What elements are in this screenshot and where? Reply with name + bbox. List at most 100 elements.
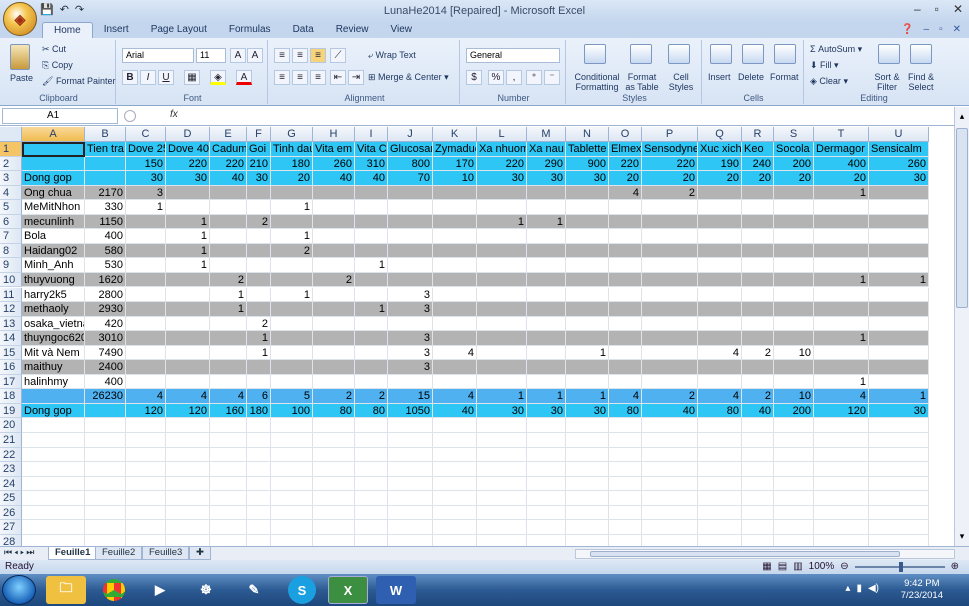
cell-c22[interactable] bbox=[126, 447, 166, 463]
cell-u16[interactable] bbox=[869, 360, 929, 375]
cell-e3[interactable]: 40 bbox=[210, 171, 247, 186]
cell-g8[interactable]: 2 bbox=[271, 243, 313, 259]
cell-b27[interactable] bbox=[85, 520, 126, 535]
restore-button[interactable]: ▫ bbox=[935, 2, 939, 16]
cell-s15[interactable]: 10 bbox=[774, 345, 814, 361]
cell-l17[interactable] bbox=[477, 374, 527, 390]
cell-s21[interactable] bbox=[774, 433, 814, 448]
cell-j3[interactable]: 70 bbox=[388, 171, 433, 186]
cell-t1[interactable]: Dermagor bbox=[814, 142, 869, 157]
word-taskbar-icon[interactable]: W bbox=[376, 576, 416, 604]
cell-i17[interactable] bbox=[355, 374, 388, 390]
column-header-f[interactable]: F bbox=[247, 127, 271, 142]
cell-e18[interactable]: 4 bbox=[210, 389, 247, 404]
autosum-button[interactable]: Σ AutoSum ▾ bbox=[810, 44, 862, 55]
cell-n20[interactable] bbox=[566, 418, 609, 433]
cell-m26[interactable] bbox=[527, 505, 566, 521]
cell-d7[interactable]: 1 bbox=[166, 229, 210, 244]
cell-j10[interactable] bbox=[388, 272, 433, 288]
cell-o11[interactable] bbox=[609, 287, 642, 303]
cell-s11[interactable] bbox=[774, 287, 814, 303]
cell-h25[interactable] bbox=[313, 491, 355, 506]
cell-k2[interactable]: 170 bbox=[433, 156, 477, 172]
cell-q28[interactable] bbox=[698, 534, 742, 546]
cell-i28[interactable] bbox=[355, 534, 388, 546]
cell-j28[interactable] bbox=[388, 534, 433, 546]
cut-button[interactable]: ✂ Cut bbox=[42, 44, 66, 55]
cell-k14[interactable] bbox=[433, 331, 477, 346]
cell-n22[interactable] bbox=[566, 447, 609, 463]
row-header-6[interactable]: 6 bbox=[0, 214, 22, 230]
vertical-scrollbar[interactable]: ▴ ▾ bbox=[954, 107, 969, 546]
cell-o7[interactable] bbox=[609, 229, 642, 244]
cell-p5[interactable] bbox=[642, 200, 698, 215]
cell-i23[interactable] bbox=[355, 462, 388, 477]
zoom-slider[interactable] bbox=[854, 562, 945, 572]
cell-b16[interactable]: 2400 bbox=[85, 360, 126, 375]
cell-i5[interactable] bbox=[355, 200, 388, 215]
cell-d16[interactable] bbox=[166, 360, 210, 375]
font-name-select[interactable]: Arial bbox=[122, 48, 194, 63]
cell-b8[interactable]: 580 bbox=[85, 243, 126, 259]
column-header-j[interactable]: J bbox=[388, 127, 433, 142]
cell-n2[interactable]: 900 bbox=[566, 156, 609, 172]
cell-u19[interactable]: 30 bbox=[869, 403, 929, 419]
cell-k18[interactable]: 4 bbox=[433, 389, 477, 404]
cell-i27[interactable] bbox=[355, 520, 388, 535]
cell-c5[interactable]: 1 bbox=[126, 200, 166, 215]
cell-p17[interactable] bbox=[642, 374, 698, 390]
cell-i25[interactable] bbox=[355, 491, 388, 506]
cell-o14[interactable] bbox=[609, 331, 642, 346]
cell-p8[interactable] bbox=[642, 243, 698, 259]
cell-q23[interactable] bbox=[698, 462, 742, 477]
skype-taskbar-icon[interactable]: S bbox=[288, 576, 316, 604]
cell-u26[interactable] bbox=[869, 505, 929, 521]
cell-n17[interactable] bbox=[566, 374, 609, 390]
cell-p7[interactable] bbox=[642, 229, 698, 244]
cell-c28[interactable] bbox=[126, 534, 166, 546]
cell-r13[interactable] bbox=[742, 316, 774, 332]
comma-button[interactable]: , bbox=[506, 70, 522, 85]
cell-d22[interactable] bbox=[166, 447, 210, 463]
cell-q19[interactable]: 80 bbox=[698, 403, 742, 419]
cell-a4[interactable]: Ong chua bbox=[22, 185, 85, 201]
cell-i14[interactable] bbox=[355, 331, 388, 346]
font-size-select[interactable]: 11 bbox=[196, 48, 226, 63]
explorer-taskbar-icon[interactable]: 🗀 bbox=[46, 576, 86, 604]
cell-a10[interactable]: thuyvuong bbox=[22, 272, 85, 288]
cell-a8[interactable]: Haidang02 bbox=[22, 243, 85, 259]
cell-d15[interactable] bbox=[166, 345, 210, 361]
cell-r6[interactable] bbox=[742, 214, 774, 230]
cell-s26[interactable] bbox=[774, 505, 814, 521]
cell-c26[interactable] bbox=[126, 505, 166, 521]
cell-p21[interactable] bbox=[642, 433, 698, 448]
horizontal-scrollbar[interactable] bbox=[575, 549, 955, 559]
cell-t8[interactable] bbox=[814, 243, 869, 259]
row-header-9[interactable]: 9 bbox=[0, 258, 22, 273]
cell-f28[interactable] bbox=[247, 534, 271, 546]
fx-icon[interactable]: fx bbox=[170, 109, 178, 120]
row-header-21[interactable]: 21 bbox=[0, 433, 22, 448]
cell-o26[interactable] bbox=[609, 505, 642, 521]
wrap-text-button[interactable]: ⤶ Wrap Text bbox=[368, 50, 416, 61]
cell-k5[interactable] bbox=[433, 200, 477, 215]
cell-k7[interactable] bbox=[433, 229, 477, 244]
cell-s18[interactable]: 10 bbox=[774, 389, 814, 404]
cell-m6[interactable]: 1 bbox=[527, 214, 566, 230]
cell-s2[interactable]: 200 bbox=[774, 156, 814, 172]
cell-r14[interactable] bbox=[742, 331, 774, 346]
cell-styles-icon[interactable] bbox=[668, 44, 690, 64]
cell-f15[interactable]: 1 bbox=[247, 345, 271, 361]
cell-a25[interactable] bbox=[22, 491, 85, 506]
cell-m20[interactable] bbox=[527, 418, 566, 433]
cell-d6[interactable]: 1 bbox=[166, 214, 210, 230]
cell-q7[interactable] bbox=[698, 229, 742, 244]
cell-e7[interactable] bbox=[210, 229, 247, 244]
cell-j6[interactable] bbox=[388, 214, 433, 230]
cell-k25[interactable] bbox=[433, 491, 477, 506]
cell-c15[interactable] bbox=[126, 345, 166, 361]
sheet-nav-icons[interactable]: ⏮◂▸⏭ bbox=[4, 547, 36, 558]
currency-button[interactable]: $ bbox=[466, 70, 482, 85]
cell-r7[interactable] bbox=[742, 229, 774, 244]
cell-k1[interactable]: Zymaduc bbox=[433, 142, 477, 157]
